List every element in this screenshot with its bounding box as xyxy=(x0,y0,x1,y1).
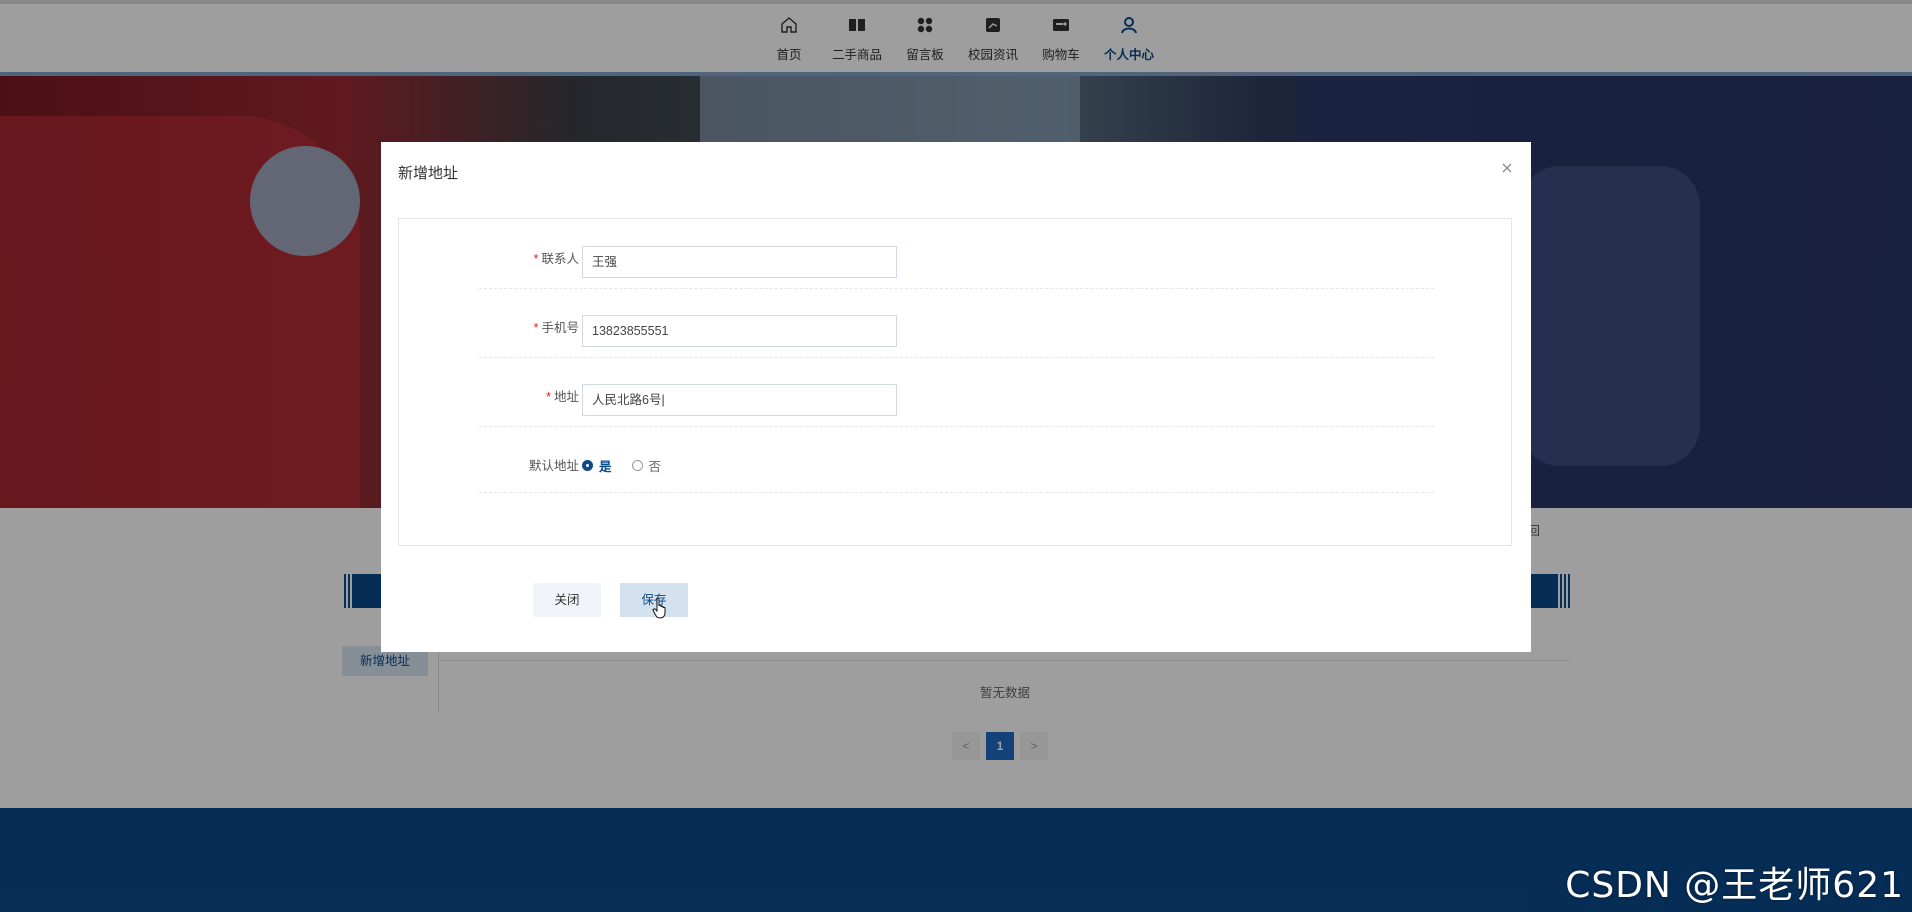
required-mark: * xyxy=(533,321,539,335)
close-button[interactable]: 关闭 xyxy=(533,583,601,617)
radio-no[interactable]: 否 xyxy=(631,456,662,475)
form-row-phone: * 手机号 13823855551 xyxy=(479,288,1434,358)
form-row-address: * 地址 人民北路6号| xyxy=(479,357,1434,427)
add-address-dialog: 新增地址 * 联系人 王强 * 手机号 13823855551 * 地址 人民北路6号… xyxy=(381,142,1531,652)
radio-yes[interactable]: 是 xyxy=(582,456,612,475)
dialog-title: 新增地址 xyxy=(398,165,459,182)
contact-label: * 联系人 xyxy=(534,248,579,267)
phone-label-text: 手机号 xyxy=(541,321,579,335)
phone-input[interactable]: 13823855551 xyxy=(582,315,897,347)
watermark: CSDN @王老师621 xyxy=(1565,865,1904,906)
address-form: * 联系人 王强 * 手机号 13823855551 * 地址 人民北路6号| 默认地… xyxy=(398,218,1512,546)
hand-pointer-icon xyxy=(652,597,666,619)
default-address-radio-group: 是 否 xyxy=(582,456,681,475)
required-mark: * xyxy=(546,390,551,404)
radio-unchecked-icon xyxy=(631,460,643,471)
required-mark: * xyxy=(533,252,539,266)
default-address-label: 默认地址 xyxy=(528,459,579,473)
radio-checked-icon xyxy=(582,460,593,471)
contact-label-text: 联系人 xyxy=(541,252,579,266)
form-row-default: 默认地址 是 否 xyxy=(479,426,1434,493)
radio-yes-label: 是 xyxy=(599,460,612,474)
address-input[interactable]: 人民北路6号| xyxy=(582,384,897,416)
address-label-text: 地址 xyxy=(553,390,579,404)
close-icon[interactable] xyxy=(1497,158,1517,178)
form-row-contact: * 联系人 王强 xyxy=(479,219,1434,289)
radio-no-label: 否 xyxy=(648,460,662,474)
address-label: * 地址 xyxy=(546,386,579,405)
phone-label: * 手机号 xyxy=(534,317,579,336)
contact-input[interactable]: 王强 xyxy=(582,246,897,278)
